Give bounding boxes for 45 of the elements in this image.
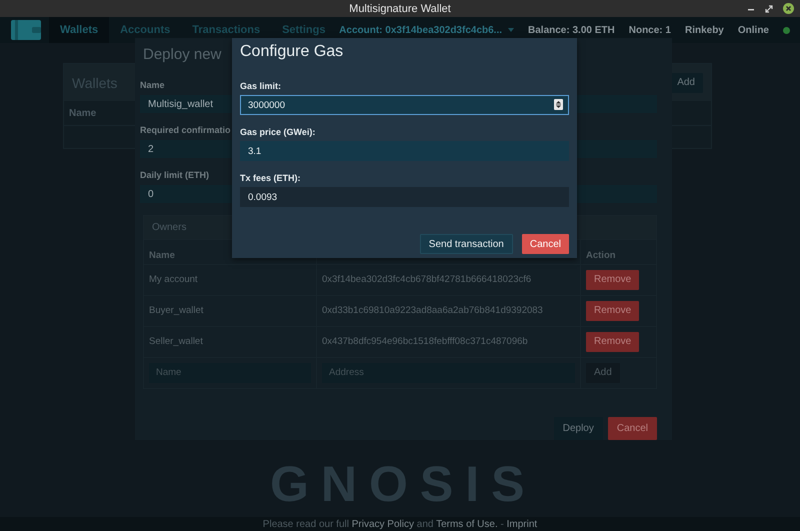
deploy-button[interactable]: Deploy [554, 417, 603, 440]
window-title: Multisignature Wallet [348, 2, 452, 14]
field-label: Gas price (GWei): [240, 127, 316, 137]
table-cell: Seller_wallet [149, 336, 203, 347]
footer-link[interactable]: Privacy Policy [352, 518, 414, 530]
send-transaction-button[interactable]: Send transaction [420, 234, 513, 254]
status-label: Online [738, 24, 769, 36]
table-cell: 0xd33b1c69810a9223ad8aa6a2ab76b841d9392083 [322, 305, 543, 316]
wallet-icon [11, 20, 41, 40]
footer-link[interactable]: Terms of Use. [436, 518, 498, 530]
remove-button[interactable]: Remove [586, 270, 640, 290]
spinner-icon[interactable] [554, 99, 563, 110]
field-label: Daily limit (ETH) [140, 170, 210, 180]
table-cell: Buyer_wallet [149, 305, 204, 316]
network-label: Rinkeby [684, 24, 724, 36]
balance-label: Balance: 3.00 ETH [528, 24, 615, 36]
remove-button[interactable]: Remove [586, 332, 640, 352]
column-header: Name [149, 250, 175, 260]
nonce-label: Nonce: 1 [628, 24, 671, 36]
dialog-title: Deploy new [143, 46, 222, 63]
remove-button[interactable]: Remove [586, 300, 640, 320]
column-header: Action [586, 250, 616, 260]
table-cell: 0x437b8dfc954e96bc1518febfff08c371c487096b [322, 336, 528, 347]
column-header: Name [69, 108, 96, 118]
table-cell: 0x3f14bea302d3fc4cb678bf42781b666418023cf6 [322, 274, 532, 285]
input-field[interactable]: 3000000 [240, 95, 569, 115]
maximize-icon[interactable] [765, 4, 773, 12]
footer-text: Please read our full Privacy Policy and Terms of Use. - Imprint [262, 518, 538, 530]
field-label: Gas limit: [240, 81, 282, 91]
field-label: Tx fees (ETH): [240, 173, 301, 183]
add-button[interactable]: Add [586, 362, 620, 382]
caret-icon [508, 28, 514, 32]
cancel-button[interactable]: Cancel [608, 417, 657, 440]
field-label: Required confirmatio [140, 125, 231, 135]
input-field[interactable]: 0.0093 [240, 187, 569, 207]
input-field[interactable]: 3.1 [240, 141, 569, 161]
add-button[interactable]: Add [669, 72, 703, 92]
footer-link[interactable]: Imprint [506, 518, 538, 530]
close-icon[interactable] [783, 3, 794, 14]
table-cell: My account [149, 274, 198, 285]
dialog-title: Configure Gas [240, 43, 344, 61]
account-dropdown[interactable]: Account: 0x3f14bea302d3fc4cb6... [339, 24, 514, 36]
cancel-button[interactable]: Cancel [522, 234, 569, 254]
nav-tab[interactable]: Wallets [49, 17, 110, 43]
field-label: Name [140, 80, 165, 90]
